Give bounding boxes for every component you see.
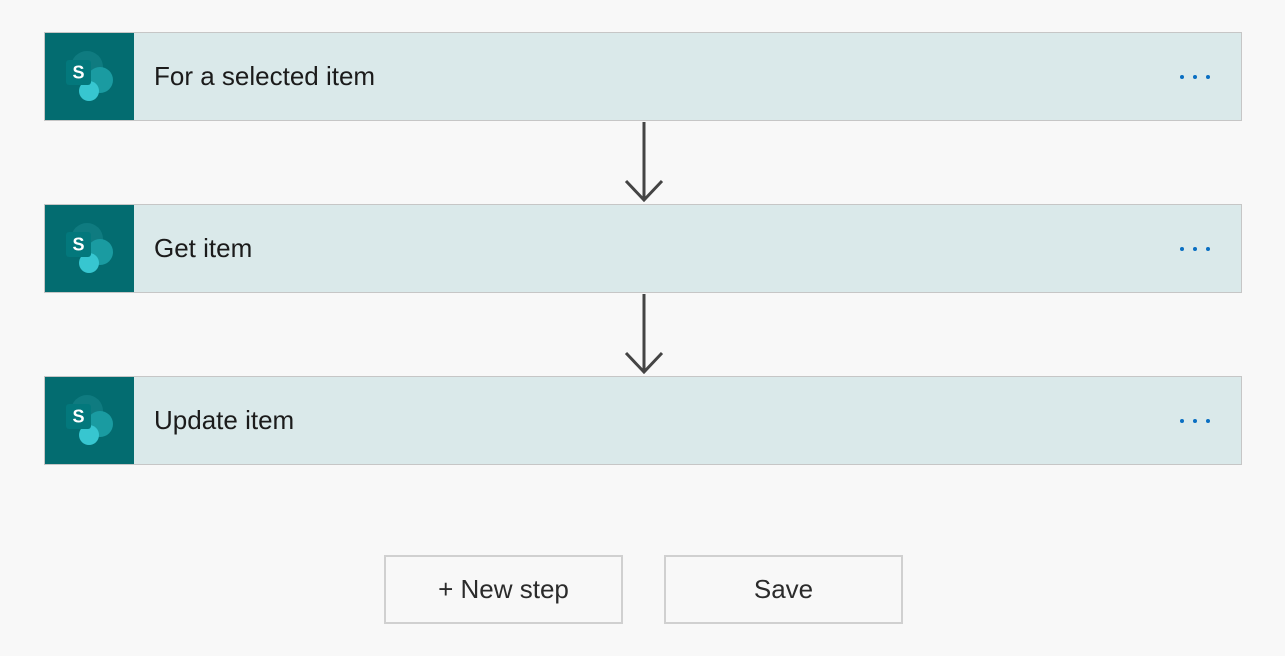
sharepoint-icon: S [45,33,134,120]
sharepoint-icon: S [45,377,134,464]
arrow-down-icon [624,122,664,202]
sharepoint-icon-letter: S [72,62,84,82]
sharepoint-icon-letter: S [72,406,84,426]
step-title: Get item [154,233,253,263]
ellipsis-icon [1180,74,1184,79]
more-options-button[interactable] [1169,229,1221,269]
save-button[interactable]: Save [664,555,903,624]
sharepoint-icon-letter: S [72,234,84,254]
sharepoint-icon: S [45,205,134,292]
flow-step-for-a-selected-item[interactable]: S For a selected item [44,32,1242,121]
ellipsis-icon [1180,418,1184,423]
step-title: Update item [154,405,295,435]
ellipsis-icon [1206,418,1210,423]
step-title: For a selected item [154,61,376,91]
more-options-button[interactable] [1169,57,1221,97]
ellipsis-icon [1180,246,1184,251]
ellipsis-icon [1206,246,1210,251]
new-step-button[interactable]: + New step [384,555,623,624]
ellipsis-icon [1206,74,1210,79]
flow-step-get-item[interactable]: S Get item [44,204,1242,293]
arrow-down-icon [624,294,664,374]
more-options-button[interactable] [1169,401,1221,441]
ellipsis-icon [1193,74,1197,79]
ellipsis-icon [1193,418,1197,423]
flow-step-update-item[interactable]: S Update item [44,376,1242,465]
ellipsis-icon [1193,246,1197,251]
